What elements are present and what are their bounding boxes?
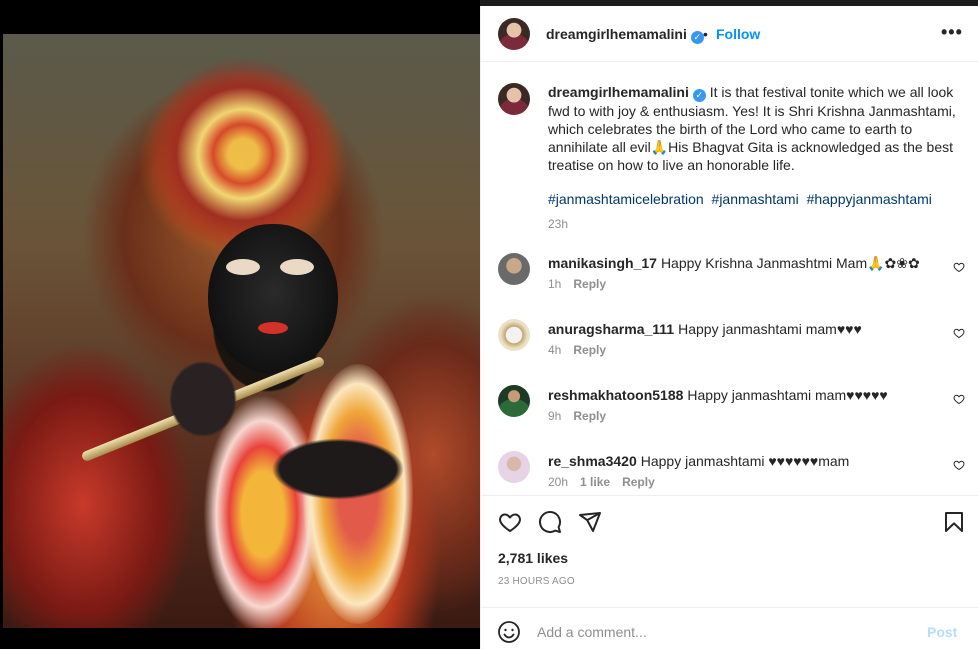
comment-time: 4h xyxy=(548,343,562,357)
comment-username[interactable]: re_shma3420 xyxy=(548,453,637,469)
follow-button[interactable]: Follow xyxy=(716,26,760,42)
hashtag-link[interactable]: #janmashtamicelebration xyxy=(548,191,704,207)
comments-section[interactable]: dreamgirlhemamalini ✓ It is that festival… xyxy=(481,63,978,495)
comment-username[interactable]: anuragsharma_111 xyxy=(548,321,674,337)
add-comment-bar: Post xyxy=(481,607,978,649)
caption-time: 23h xyxy=(548,217,569,231)
comment-avatar[interactable] xyxy=(498,451,530,483)
avatar[interactable] xyxy=(498,18,530,50)
reply-button[interactable]: Reply xyxy=(573,409,606,423)
post-image xyxy=(3,34,480,628)
comment-item: reshmakhatoon5188 Happy janmashtami mam♥♥… xyxy=(498,385,968,441)
comment-avatar[interactable] xyxy=(498,319,530,351)
crown-flowers xyxy=(133,54,353,254)
comment-text-row: reshmakhatoon5188 Happy janmashtami mam♥♥… xyxy=(548,386,888,404)
comment-time: 1h xyxy=(548,277,562,291)
bookmark-icon[interactable] xyxy=(942,510,966,534)
post-media[interactable] xyxy=(0,0,480,649)
lips xyxy=(258,322,288,334)
reply-button[interactable]: Reply xyxy=(622,475,655,489)
header-username[interactable]: dreamgirlhemamalini xyxy=(546,26,687,42)
post-panel: dreamgirlhemamalini ✓ • Follow ••• dreamg… xyxy=(480,6,978,649)
comment-username[interactable]: reshmakhatoon5188 xyxy=(548,387,683,403)
more-options-icon[interactable]: ••• xyxy=(941,22,963,43)
comment-username[interactable]: manikasingh_17 xyxy=(548,255,657,271)
hand xyxy=(163,354,243,444)
heart-icon[interactable] xyxy=(498,510,522,534)
reply-button[interactable]: Reply xyxy=(573,277,606,291)
caption-username[interactable]: dreamgirlhemamalini xyxy=(548,84,689,100)
add-comment-input[interactable] xyxy=(537,622,917,642)
comment-text-row: re_shma3420 Happy janmashtami ♥♥♥♥♥♥mam xyxy=(548,452,849,470)
comment-meta: 9h Reply xyxy=(548,409,618,423)
arm-right xyxy=(263,434,413,504)
comment-meta: 1h Reply xyxy=(548,277,618,291)
comment-item: manikasingh_17 Happy Krishna Janmashtmi M… xyxy=(498,253,968,309)
comment-like-heart-icon[interactable] xyxy=(953,261,965,273)
header-username-row: dreamgirlhemamalini ✓ xyxy=(546,26,704,44)
deity-face xyxy=(208,224,338,374)
caption-text-block: dreamgirlhemamalini ✓ It is that festival… xyxy=(548,83,958,174)
comment-text: Happy janmashtami mam♥♥♥ xyxy=(678,321,862,337)
verified-badge-icon: ✓ xyxy=(690,31,704,44)
comment-avatar[interactable] xyxy=(498,385,530,417)
comment-item: anuragsharma_111 Happy janmashtami mam♥♥♥… xyxy=(498,319,968,375)
eye-right xyxy=(280,259,314,275)
hashtags: #janmashtamicelebration #janmashtami #ha… xyxy=(548,191,936,207)
comment-meta: 20h 1 like Reply xyxy=(548,475,667,489)
likes-count[interactable]: 2,781 likes xyxy=(498,550,568,566)
comment-text: Happy janmashtami ♥♥♥♥♥♥mam xyxy=(640,453,850,469)
comment-like-heart-icon[interactable] xyxy=(953,459,965,471)
post-comment-button[interactable]: Post xyxy=(927,624,957,640)
eye-left xyxy=(226,259,260,275)
comment-like-heart-icon[interactable] xyxy=(953,327,965,339)
comment-time: 9h xyxy=(548,409,562,423)
comment-likes-count[interactable]: 1 like xyxy=(580,475,610,489)
comment-icon[interactable] xyxy=(538,510,562,534)
caption-avatar[interactable] xyxy=(498,83,530,115)
comment-like-heart-icon[interactable] xyxy=(953,393,965,405)
verified-badge-icon: ✓ xyxy=(692,89,706,102)
post-timestamp[interactable]: 23 HOURS AGO xyxy=(498,576,575,587)
comment-avatar[interactable] xyxy=(498,253,530,285)
comment-text: Happy Krishna Janmashtmi Mam🙏✿❀✿ xyxy=(660,255,920,271)
emoji-icon[interactable] xyxy=(497,620,521,644)
hashtag-link[interactable]: #janmashtami xyxy=(712,191,799,207)
comment-time: 20h xyxy=(548,475,569,489)
post-header: dreamgirlhemamalini ✓ • Follow ••• xyxy=(481,6,978,62)
comment-text-row: manikasingh_17 Happy Krishna Janmashtmi M… xyxy=(548,254,920,272)
action-bar: 2,781 likes 23 HOURS AGO Post xyxy=(481,495,978,649)
separator-dot: • xyxy=(703,26,708,42)
reply-button[interactable]: Reply xyxy=(573,343,606,357)
comment-text: Happy janmashtami mam♥♥♥♥♥ xyxy=(687,387,888,403)
hashtag-link[interactable]: #happyjanmashtami xyxy=(807,191,932,207)
share-icon[interactable] xyxy=(578,510,602,534)
comment-meta: 4h Reply xyxy=(548,343,618,357)
comment-item: re_shma3420 Happy janmashtami ♥♥♥♥♥♥mam 2… xyxy=(498,451,968,495)
comment-text-row: anuragsharma_111 Happy janmashtami mam♥♥♥ xyxy=(548,320,862,338)
